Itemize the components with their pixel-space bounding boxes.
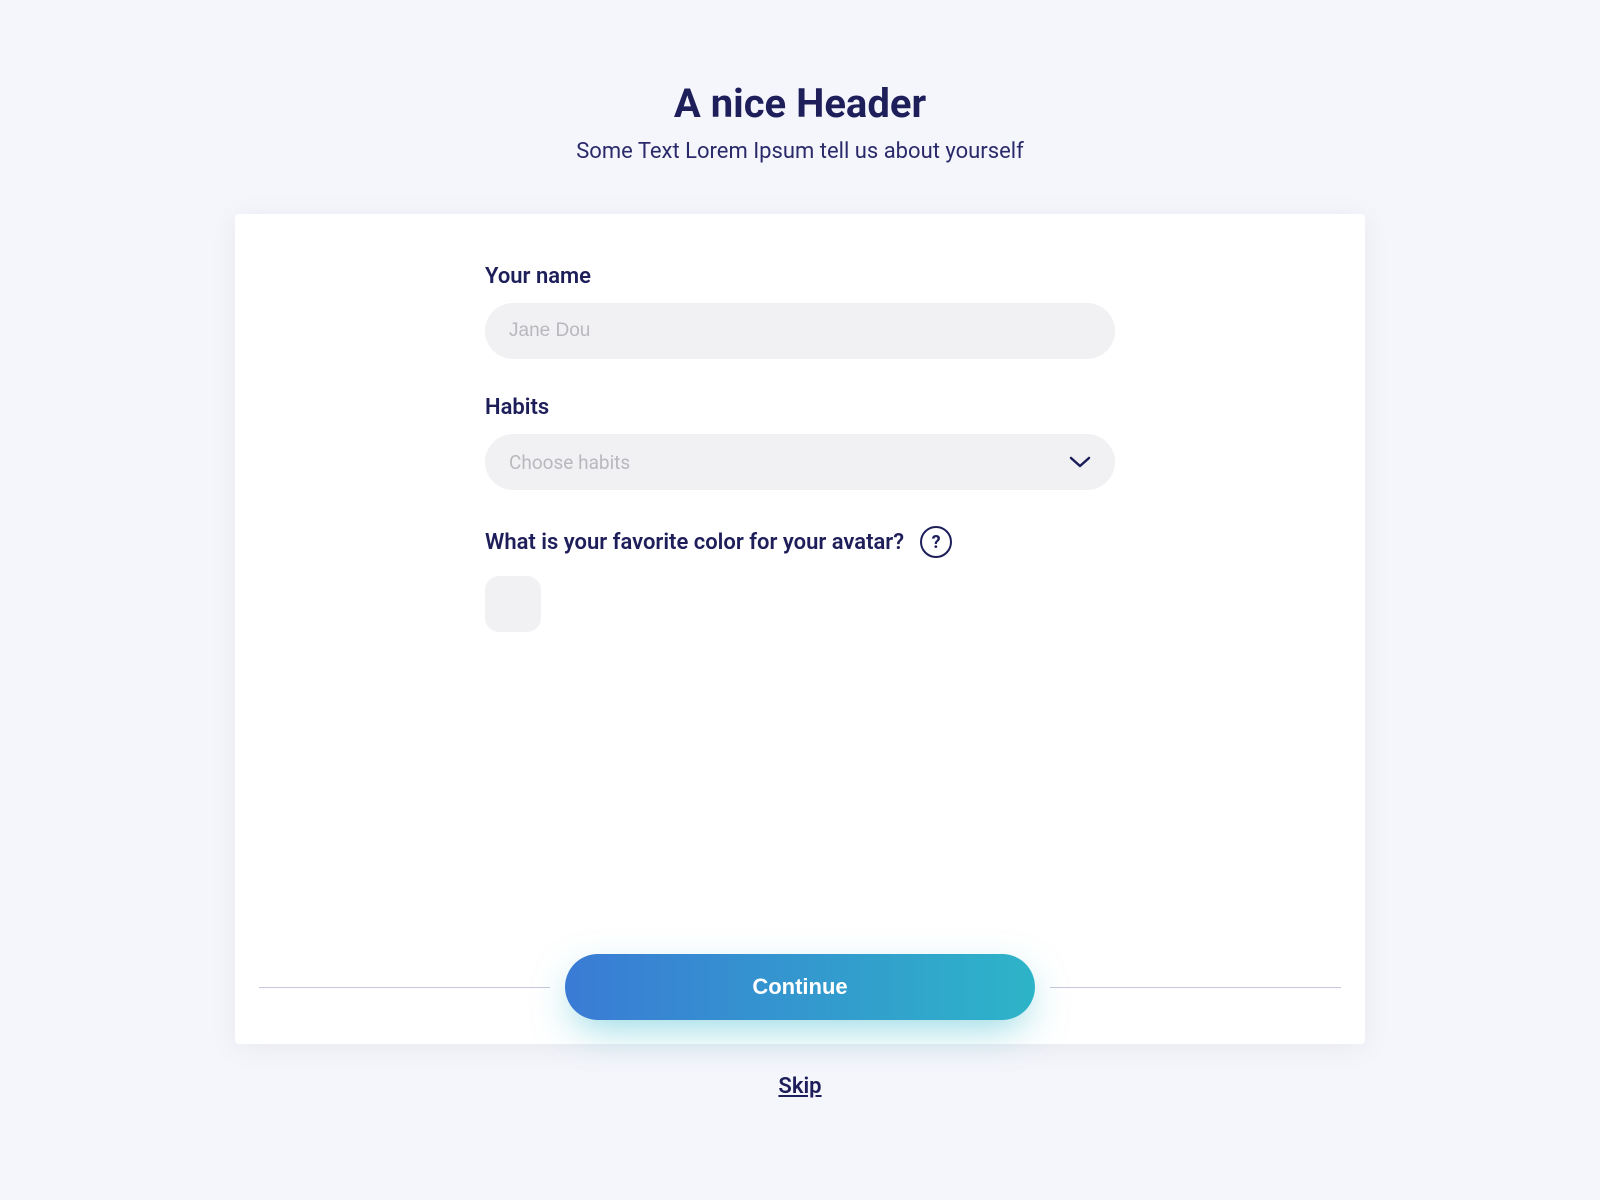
name-label: Your name [485, 264, 1115, 289]
habits-field-group: Habits Choose habits [485, 395, 1115, 490]
color-question-row: What is your favorite color for your ava… [485, 526, 1115, 558]
continue-button[interactable]: Continue [565, 954, 1035, 1020]
habits-placeholder: Choose habits [509, 451, 630, 474]
page-subtitle: Some Text Lorem Ipsum tell us about your… [576, 139, 1024, 164]
color-field-group: What is your favorite color for your ava… [485, 526, 1115, 632]
button-row: Continue [235, 954, 1365, 1020]
help-icon[interactable]: ? [920, 526, 952, 558]
name-field-group: Your name [485, 264, 1115, 359]
habits-select[interactable]: Choose habits [485, 434, 1115, 490]
chevron-down-icon [1069, 456, 1091, 468]
page-title: A nice Header [576, 80, 1024, 127]
skip-link[interactable]: Skip [778, 1074, 821, 1099]
color-swatch[interactable] [485, 576, 541, 632]
header-section: A nice Header Some Text Lorem Ipsum tell… [576, 80, 1024, 164]
color-question-label: What is your favorite color for your ava… [485, 530, 904, 555]
name-input[interactable] [485, 303, 1115, 359]
habits-label: Habits [485, 395, 1115, 420]
habits-select-wrapper: Choose habits [485, 434, 1115, 490]
form-card: Your name Habits Choose habits What is y… [235, 214, 1365, 1044]
